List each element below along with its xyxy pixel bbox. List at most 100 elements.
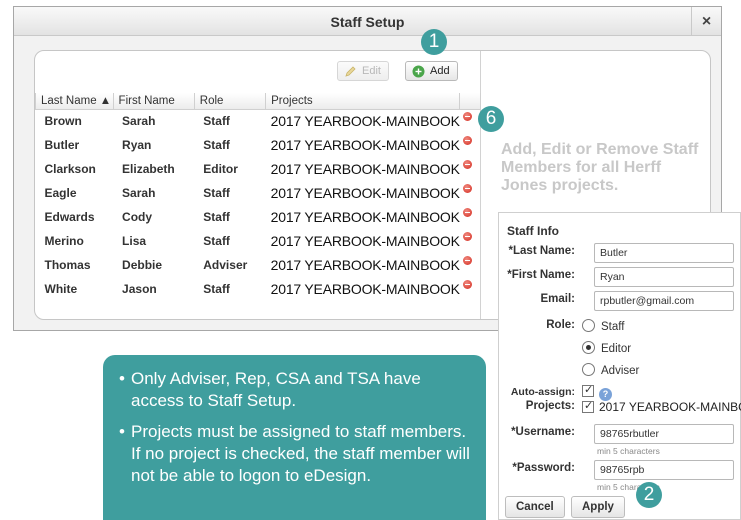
username-hint: min 5 characters (597, 446, 660, 456)
edit-button[interactable]: Edit (337, 61, 389, 81)
cell-role: Staff (203, 234, 230, 248)
staff-table: Last Name ▲ First Name Role Projects Bro… (35, 93, 481, 301)
cell-project: 2017 YEARBOOK-MAINBOOK (270, 161, 460, 177)
last-name-field[interactable]: Butler (594, 243, 734, 263)
cell-first-name: Lisa (122, 234, 147, 248)
staff-info-header: Staff Info (507, 224, 559, 238)
table-row[interactable]: Thomas Debbie Adviser 2017 YEARBOOK-MAIN… (36, 253, 481, 277)
project-name: 2017 YEARBOOK-MAINBO... (599, 400, 741, 414)
cell-project: 2017 YEARBOOK-MAINBOOK (270, 281, 460, 297)
table-row[interactable]: Brown Sarah Staff 2017 YEARBOOK-MAINBOOK (36, 109, 481, 133)
callout-badge-1: 1 (421, 29, 447, 55)
remove-icon[interactable] (462, 280, 472, 289)
column-header-last-name[interactable]: Last Name ▲ (35, 93, 114, 110)
remove-icon[interactable] (462, 184, 472, 193)
table-row[interactable]: Merino Lisa Staff 2017 YEARBOOK-MAINBOOK (36, 229, 481, 253)
username-label: *Username: (511, 426, 575, 438)
radio-button[interactable] (582, 319, 595, 332)
remove-icon[interactable] (462, 256, 472, 265)
auto-assign-checkbox[interactable] (582, 383, 594, 397)
first-name-field[interactable]: Ryan (594, 267, 734, 287)
table-row[interactable]: Clarkson Elizabeth Editor 2017 YEARBOOK-… (36, 157, 481, 181)
cell-role: Staff (203, 282, 230, 296)
cell-role: Staff (203, 138, 230, 152)
cell-project: 2017 YEARBOOK-MAINBOOK (270, 209, 460, 225)
info-note: Only Adviser, Rep, CSA and TSA have acce… (103, 355, 486, 520)
cell-first-name: Elizabeth (122, 162, 175, 176)
cell-last-name: Butler (44, 138, 80, 152)
callout-badge-6: 6 (478, 106, 504, 132)
cell-first-name: Ryan (122, 138, 152, 152)
cell-role: Staff (203, 114, 230, 129)
column-header-remove (459, 93, 481, 110)
cell-role: Adviser (203, 258, 248, 272)
column-header-first-name[interactable]: First Name (112, 93, 195, 110)
cell-role: Staff (203, 186, 230, 200)
table-row[interactable]: Edwards Cody Staff 2017 YEARBOOK-MAINBOO… (36, 205, 481, 229)
cell-project: 2017 YEARBOOK-MAINBOOK (270, 257, 460, 273)
cell-last-name: Brown (44, 114, 82, 129)
staff-list-pane: Edit Add Last Name ▲ First Name Role Pro… (35, 51, 481, 319)
cell-first-name: Sarah (122, 114, 156, 129)
role-option-label: Adviser (601, 365, 640, 377)
role-option-label: Staff (601, 321, 625, 333)
cell-last-name: Eagle (44, 186, 77, 200)
cell-first-name: Jason (122, 282, 157, 296)
cell-first-name: Sarah (122, 186, 156, 200)
radio-button-selected[interactable] (582, 341, 595, 354)
column-header-projects[interactable]: Projects (265, 93, 461, 110)
project-checkbox[interactable] (582, 399, 594, 413)
remove-icon[interactable] (462, 232, 472, 241)
role-radio-adviser[interactable]: Adviser (582, 363, 639, 377)
cell-project: 2017 YEARBOOK-MAINBOOK (270, 185, 460, 201)
email-field[interactable]: rpbutler@gmail.com (594, 291, 734, 311)
role-label: Role: (546, 319, 575, 331)
first-name-label: *First Name: (507, 269, 575, 281)
radio-button[interactable] (582, 363, 595, 376)
project-row: 2017 YEARBOOK-MAINBO... (582, 399, 741, 414)
cell-first-name: Debbie (122, 258, 163, 272)
username-field[interactable]: 98765rbutler (594, 424, 734, 444)
auto-assign-label: Auto-assign: (510, 386, 575, 398)
remove-icon[interactable] (462, 136, 472, 145)
role-option-label: Editor (601, 343, 632, 355)
callout-badge-2: 2 (636, 482, 662, 508)
column-header-role[interactable]: Role (193, 93, 267, 110)
last-name-label: *Last Name: (508, 245, 575, 257)
role-radio-editor[interactable]: Editor (582, 341, 631, 355)
apply-button[interactable]: Apply (571, 496, 625, 518)
add-button-label: Add (430, 65, 450, 77)
close-icon[interactable]: × (691, 7, 721, 36)
note-item: Only Adviser, Rep, CSA and TSA have acce… (119, 368, 474, 412)
cell-last-name: White (44, 282, 78, 296)
email-label: Email: (540, 293, 575, 305)
cell-role: Staff (203, 210, 230, 224)
cell-last-name: Thomas (44, 258, 91, 272)
add-button[interactable]: Add (405, 61, 458, 81)
edit-button-label: Edit (362, 65, 381, 77)
cell-project: 2017 YEARBOOK-MAINBOOK (270, 113, 460, 130)
dialog-title: Staff Setup (330, 14, 405, 30)
staff-info-panel: Staff Info *Last Name: Butler *First Nam… (498, 212, 741, 520)
password-field[interactable]: 98765rpb (594, 460, 734, 480)
table-header-row: Last Name ▲ First Name Role Projects (35, 93, 481, 110)
remove-icon[interactable] (462, 160, 472, 169)
title-bar: Staff Setup × (14, 7, 721, 36)
projects-label: Projects: (525, 400, 575, 412)
table-row[interactable]: Butler Ryan Staff 2017 YEARBOOK-MAINBOOK (36, 133, 481, 157)
cell-project: 2017 YEARBOOK-MAINBOOK (270, 137, 460, 153)
table-row[interactable]: Eagle Sarah Staff 2017 YEARBOOK-MAINBOOK (36, 181, 481, 205)
cell-first-name: Cody (122, 210, 153, 224)
pencil-icon (345, 66, 356, 77)
cell-last-name: Edwards (44, 210, 95, 224)
remove-icon[interactable] (462, 112, 472, 122)
plus-circle-icon (412, 65, 425, 78)
cancel-button[interactable]: Cancel (505, 496, 565, 518)
cell-role: Editor (203, 162, 238, 176)
note-item: Projects must be assigned to staff membe… (119, 421, 474, 487)
role-radio-staff[interactable]: Staff (582, 319, 624, 333)
remove-icon[interactable] (462, 208, 472, 217)
promo-text: Add, Edit or Remove Staff Members for al… (501, 141, 699, 194)
cell-last-name: Merino (44, 234, 84, 248)
table-row[interactable]: White Jason Staff 2017 YEARBOOK-MAINBOOK (36, 277, 481, 301)
